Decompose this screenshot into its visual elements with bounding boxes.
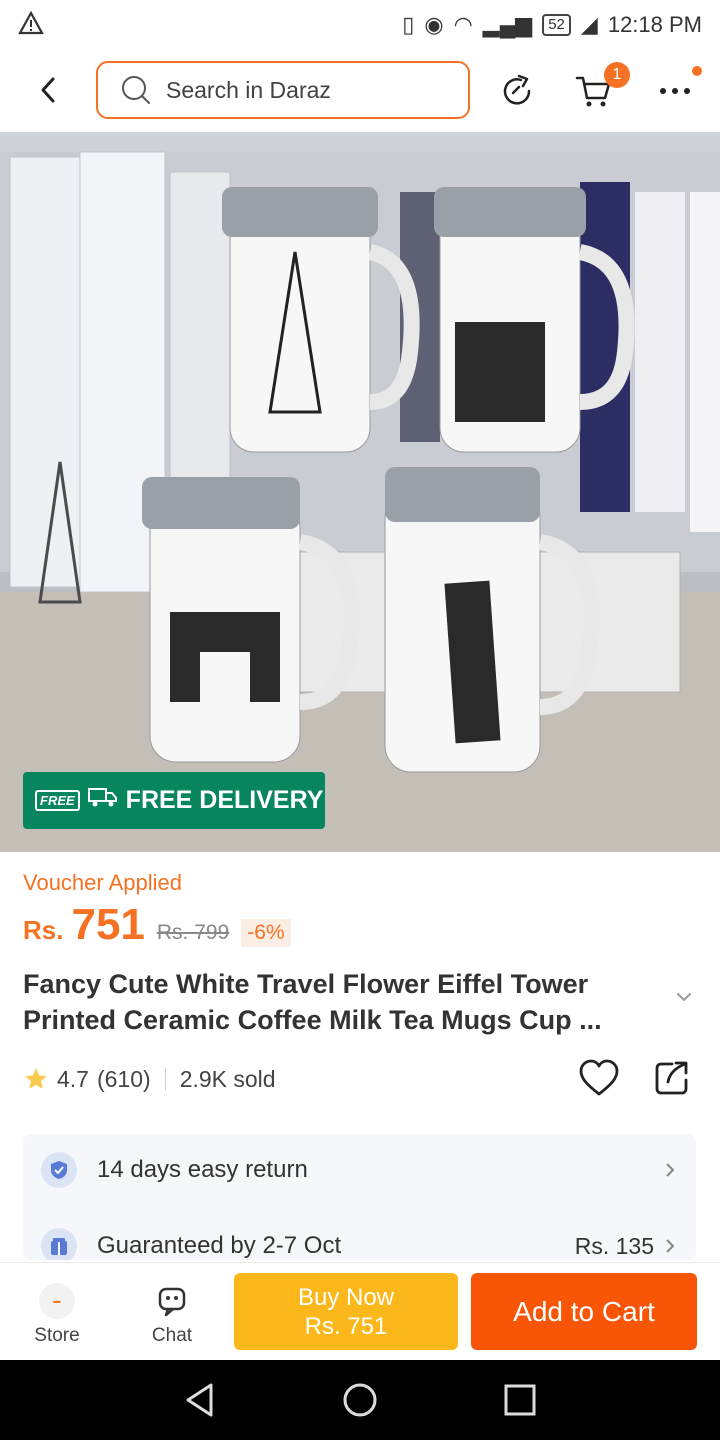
battery-indicator: 52 [542, 14, 571, 36]
search-input[interactable]: Search in Daraz [96, 61, 470, 119]
price-row: Rs. 751 Rs. 799 -6% [23, 900, 291, 950]
warning-icon [18, 10, 44, 40]
clock: 12:18 PM [607, 12, 702, 37]
cart-button[interactable]: 1 [572, 62, 630, 112]
back-arrow-icon [41, 77, 55, 103]
current-price: 751 [71, 900, 145, 949]
free-tag: FREE [35, 790, 80, 811]
heart-icon [579, 1059, 619, 1096]
rating-row[interactable]: 4.7 (610) 2.9K sold [23, 1062, 276, 1096]
eye-icon: ◉ [424, 12, 444, 37]
top-header: Search in Daraz 1 [0, 56, 720, 126]
more-menu-button[interactable] [654, 66, 702, 112]
discount-badge: -6% [241, 919, 291, 947]
expand-title-button[interactable] [674, 990, 694, 1009]
wifi-icon: ◠ [453, 12, 473, 37]
product-photo-illustration [0, 151, 720, 852]
rating-value: 4.7 [57, 1065, 89, 1092]
nav-recents-button[interactable] [500, 1380, 540, 1420]
back-button[interactable] [28, 70, 68, 110]
return-chevron-wrap [664, 1161, 676, 1179]
share-history-button[interactable] [496, 70, 538, 112]
store-logo: ▬ [39, 1283, 75, 1319]
battery-saver-icon: ◢ [580, 12, 598, 37]
rating-count: (610) [96, 1065, 151, 1092]
chevron-right-icon [666, 1239, 675, 1253]
chat-icon [158, 1287, 186, 1317]
price-currency: Rs. [23, 915, 64, 945]
vibrate-icon: ▯ [402, 12, 415, 37]
nav-home-button[interactable] [340, 1380, 380, 1420]
chevron-right-icon [666, 1163, 675, 1177]
voucher-applied-label: Voucher Applied [23, 870, 183, 895]
notification-dot [692, 66, 702, 76]
back-triangle-icon [186, 1383, 213, 1417]
system-navigation-bar [0, 1360, 720, 1440]
divider [164, 1068, 166, 1090]
add-to-cart-button[interactable]: Add to Cart [471, 1273, 697, 1350]
home-circle-icon [343, 1383, 377, 1417]
store-label: Store [34, 1325, 80, 1346]
product-image[interactable]: FREE FREE DELIVERY [0, 132, 720, 852]
delivery-row[interactable]: Guaranteed by 2-7 Oct Rs. 135 [23, 1216, 696, 1260]
service-info-card: 14 days easy return Guaranteed by 2-7 Oc… [23, 1134, 696, 1260]
original-price: Rs. 799 [156, 921, 230, 944]
refresh-share-icon [503, 74, 531, 105]
buy-now-price: Rs. 751 [304, 1312, 388, 1340]
free-delivery-label: FREE DELIVERY [125, 786, 324, 814]
delivery-fee: Rs. 135 [574, 1232, 654, 1259]
buy-now-button[interactable]: Buy Now Rs. 751 [234, 1273, 458, 1350]
chat-label: Chat [151, 1325, 193, 1346]
delivery-box-icon [41, 1228, 77, 1260]
return-policy-text: 14 days easy return [97, 1156, 308, 1183]
star-icon [25, 1068, 47, 1089]
free-delivery-badge: FREE FREE DELIVERY [23, 772, 325, 829]
shield-check-icon [41, 1152, 77, 1188]
product-title[interactable]: Fancy Cute White Travel Flower Eiffel To… [23, 966, 663, 1038]
chat-button[interactable]: Chat [132, 1283, 212, 1347]
cart-count-badge: 1 [604, 62, 630, 88]
recents-square-icon [504, 1384, 536, 1416]
share-icon [655, 1061, 688, 1095]
delivery-fee-wrap: Rs. 135 [575, 1233, 676, 1260]
search-icon [122, 76, 150, 104]
more-dots-icon [660, 88, 690, 94]
sold-count: 2.9K sold [179, 1065, 276, 1092]
wishlist-button[interactable] [578, 1058, 620, 1103]
buy-now-label: Buy Now [297, 1283, 395, 1311]
chevron-down-icon [677, 993, 691, 1002]
truck-icon [87, 786, 118, 815]
return-policy-row[interactable]: 14 days easy return [23, 1140, 696, 1200]
delivery-guarantee-text: Guaranteed by 2-7 Oct [97, 1232, 342, 1259]
share-button[interactable] [652, 1058, 692, 1103]
search-placeholder: Search in Daraz [166, 76, 331, 103]
add-to-cart-label: Add to Cart [513, 1295, 655, 1327]
bottom-action-bar: ▬ Store Chat Buy Now Rs. 751 Add to Cart [0, 1262, 720, 1360]
nav-back-button[interactable] [180, 1380, 220, 1420]
store-button[interactable]: ▬ Store [17, 1283, 97, 1347]
signal-icon: ▂▄▆ [482, 12, 533, 37]
status-bar: ▯ ◉ ◠ ▂▄▆ 52 ◢ 12:18 PM [0, 0, 720, 50]
